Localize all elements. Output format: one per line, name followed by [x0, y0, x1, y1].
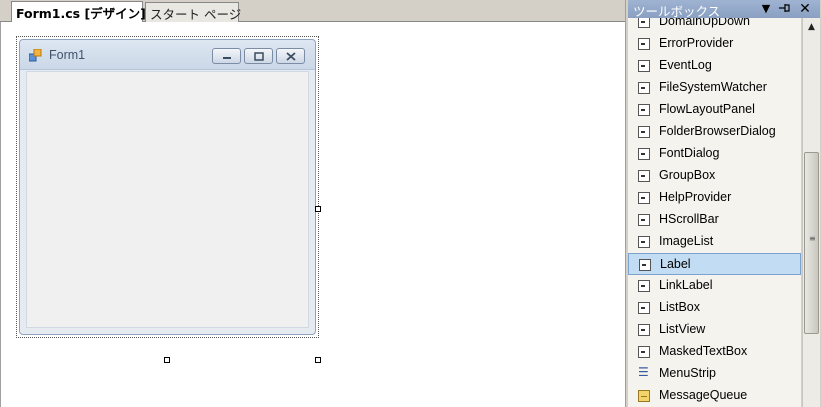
toolbox-item-label: MaskedTextBox — [659, 344, 748, 358]
form-app-icon — [29, 49, 42, 62]
control-icon — [638, 82, 650, 94]
toolbox-item-label: EventLog — [659, 58, 712, 72]
toolbox-item[interactable]: FontDialog — [628, 143, 801, 165]
control-icon — [638, 38, 650, 50]
toolbox-item-list: DomainUpDown ErrorProvider EventLog FileSys… — [628, 18, 801, 407]
toolbox-item-label: HelpProvider — [659, 190, 732, 204]
toolbox-header[interactable]: ツールボックス ▼ ✕ — [628, 0, 820, 19]
control-icon — [638, 214, 650, 226]
toolbox-item-label: GroupBox — [659, 168, 716, 182]
toolbox-item[interactable]: ListBox — [628, 297, 801, 319]
toolbox-item[interactable]: ListView — [628, 319, 801, 341]
close-icon — [286, 52, 296, 61]
form1-window[interactable]: Form1 — [19, 39, 316, 335]
toolbox-item[interactable]: GroupBox — [628, 165, 801, 187]
minimize-icon — [223, 57, 231, 59]
tab-start-page[interactable]: スタート ページ — [145, 2, 241, 22]
resize-handle-bottom[interactable] — [164, 357, 170, 363]
control-icon — [638, 148, 650, 160]
toolbox-item-label: HScrollBar — [659, 212, 719, 226]
form-titlebar[interactable]: Form1 — [20, 40, 315, 70]
toolbox-item-label: MessageQueue — [659, 388, 748, 402]
toolbox-item-label: ListView — [659, 322, 706, 336]
toolbox-item[interactable]: MenuStrip — [628, 363, 801, 385]
toolbox-item-label: ErrorProvider — [659, 36, 734, 50]
toolbox-item-label: FontDialog — [659, 146, 720, 160]
tab-form1-design[interactable]: Form1.cs [デザイン] — [11, 1, 146, 23]
ide-window: Form1.cs [デザイン] スタート ページ Form1 ツールボックス ▼… — [0, 0, 821, 407]
maximize-button[interactable] — [244, 48, 273, 64]
document-tabstrip: Form1.cs [デザイン] スタート ページ — [0, 0, 625, 23]
control-icon — [638, 280, 650, 292]
toolbox-item[interactable]: HelpProvider — [628, 187, 801, 209]
minimize-button[interactable] — [212, 48, 241, 64]
close-button[interactable] — [276, 48, 305, 64]
design-surface[interactable]: Form1 — [0, 22, 625, 407]
control-icon — [638, 18, 650, 28]
resize-handle-right[interactable] — [315, 206, 321, 212]
toolbox-item-label: ListBox — [659, 300, 700, 314]
maximize-icon — [254, 52, 264, 61]
form-client-area[interactable] — [26, 71, 309, 328]
toolbox-item[interactable]: FolderBrowserDialog — [628, 121, 801, 143]
control-icon — [639, 259, 651, 271]
scroll-up-arrow-icon[interactable]: ▲ — [803, 22, 820, 36]
control-icon — [638, 60, 650, 72]
toolbox-item-label: MenuStrip — [659, 366, 716, 380]
designer-pane: Form1.cs [デザイン] スタート ページ Form1 — [0, 0, 625, 407]
toolbox-item[interactable]: HScrollBar — [628, 209, 801, 231]
toolbox-item-label: LinkLabel — [659, 278, 713, 292]
toolbox-item[interactable]: FileSystemWatcher — [628, 77, 801, 99]
control-icon — [638, 192, 650, 204]
control-icon — [638, 236, 650, 248]
toolbox-item-label: FolderBrowserDialog — [659, 124, 776, 138]
control-icon — [638, 324, 650, 336]
form-title: Form1 — [49, 48, 86, 62]
toolbox-item[interactable]: DomainUpDown — [628, 18, 801, 33]
control-icon — [638, 346, 650, 358]
toolbox-item-label: FileSystemWatcher — [659, 80, 767, 94]
toolbox-item[interactable]: Label — [628, 253, 801, 275]
toolbox-scrollbar[interactable]: ▲ ≡ — [802, 18, 820, 407]
control-icon — [638, 104, 650, 116]
scrollbar-thumb[interactable]: ≡ — [804, 152, 819, 334]
toolbox-item[interactable]: EventLog — [628, 55, 801, 77]
pin-icon[interactable] — [777, 1, 791, 17]
message-queue-icon — [638, 390, 650, 402]
grip-icon: ≡ — [809, 234, 816, 243]
resize-handle-bottom-right[interactable] — [315, 357, 321, 363]
dropdown-icon[interactable]: ▼ — [759, 1, 773, 17]
toolbox-item[interactable]: MessageQueue — [628, 385, 801, 407]
control-icon — [638, 302, 650, 314]
toolbox-item-label: Label — [660, 257, 691, 271]
toolbox-item[interactable]: ImageList — [628, 231, 801, 253]
toolbox-item[interactable]: FlowLayoutPanel — [628, 99, 801, 121]
control-icon — [638, 170, 650, 182]
form-selection-frame[interactable]: Form1 — [16, 36, 319, 338]
toolbox-panel: ツールボックス ▼ ✕ DomainUpDown ErrorProvider Eve… — [625, 0, 821, 407]
toolbox-item-label: ImageList — [659, 234, 714, 248]
toolbox-item-label: FlowLayoutPanel — [659, 102, 755, 116]
close-icon[interactable]: ✕ — [798, 1, 812, 17]
toolbox-item[interactable]: LinkLabel — [628, 275, 801, 297]
menu-strip-icon — [638, 365, 650, 380]
toolbox-item-label: DomainUpDown — [659, 18, 751, 28]
toolbox-item[interactable]: ErrorProvider — [628, 33, 801, 55]
toolbox-item[interactable]: MaskedTextBox — [628, 341, 801, 363]
control-icon — [638, 126, 650, 138]
